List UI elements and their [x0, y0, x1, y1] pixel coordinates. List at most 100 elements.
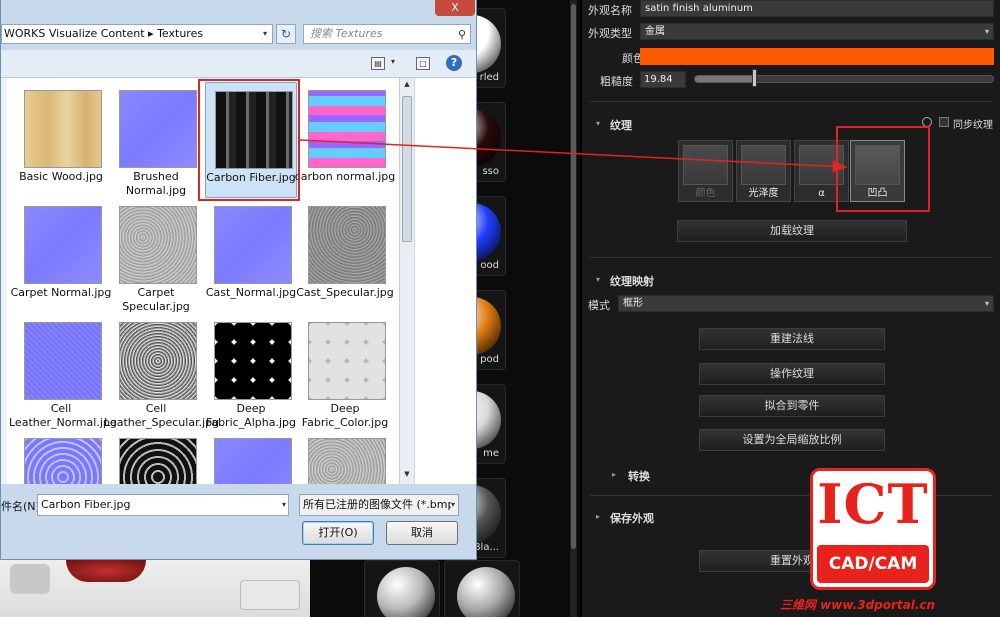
file-tile[interactable]: Cell Leather_Specular.jpg	[104, 314, 219, 430]
roughness-label: 粗糙度	[600, 75, 633, 88]
render-viewport[interactable]	[0, 560, 310, 617]
material-tile[interactable]	[364, 560, 440, 617]
texture-slot-preview	[683, 145, 728, 185]
left-edge	[1, 78, 7, 484]
material-tile[interactable]	[444, 560, 520, 617]
file-name: Basic Wood.jpg	[19, 170, 103, 183]
mode-label: 模式	[588, 299, 610, 312]
filename-value: Carbon Fiber.jpg	[41, 498, 131, 511]
file-name: Deep Fabric_Alpha.jpg	[206, 402, 296, 429]
address-bar[interactable]: WORKS Visualize Content ▸ Textures	[1, 24, 273, 44]
material-strip-scrollbar[interactable]	[570, 0, 577, 617]
scrollbar-thumb[interactable]	[571, 4, 576, 549]
appearance-type-select[interactable]: 金属 ▾	[640, 23, 994, 40]
render-object	[10, 564, 50, 594]
chevron-down-icon[interactable]: ▾	[259, 26, 271, 42]
cadcam-logo-text: CAD/CAM	[817, 545, 929, 583]
file-tile[interactable]: Deep Fabric_Alpha.jpg	[205, 314, 297, 430]
file-tile[interactable]: carbon normal.jpg	[295, 82, 395, 198]
sync-texture-checkbox[interactable]	[939, 117, 949, 127]
load-texture-button[interactable]: 加载纹理	[677, 220, 907, 242]
file-name: Deep Fabric_Color.jpg	[301, 402, 389, 429]
file-thumbnail	[119, 438, 197, 484]
file-tile[interactable]: Brushed Normal.jpg	[110, 82, 202, 198]
close-icon[interactable]: X	[435, 0, 475, 16]
roughness-input[interactable]: 19.84	[640, 71, 686, 88]
file-tile[interactable]: Basic Wood.jpg	[15, 82, 107, 198]
file-grid-scrollbar[interactable]: ▲ ▼	[399, 78, 414, 484]
file-name: Cell Leather_Specular.jpg	[104, 402, 220, 429]
render-object	[66, 560, 146, 582]
file-tile[interactable]	[110, 430, 202, 484]
file-tile[interactable]: Deep Fabric_Color.jpg	[299, 314, 391, 430]
screen: rled sso ood pod me Bla... X WORKS Visualize …	[0, 0, 1000, 617]
dialog-toolbar: ▤ ▾ □ ?	[1, 50, 476, 78]
texture-slot-label: 光泽度	[748, 188, 779, 199]
expand-icon[interactable]: ▸	[596, 512, 600, 521]
chevron-down-icon[interactable]: ▾	[985, 296, 989, 311]
expand-icon[interactable]: ▸	[612, 470, 616, 479]
annotation-box-bump-slot	[836, 126, 930, 212]
roughness-slider[interactable]	[694, 75, 994, 83]
file-tile[interactable]: Carpet Specular.jpg	[110, 198, 202, 314]
mode-select[interactable]: 框形 ▾	[618, 295, 994, 312]
mode-value: 框形	[623, 298, 643, 309]
save-appearance-section-title[interactable]: 保存外观	[610, 510, 654, 526]
file-tile[interactable]: Cell Leather_Normal.jpg	[9, 314, 117, 430]
search-placeholder: 搜索 Textures	[310, 27, 383, 40]
filename-input[interactable]: Carbon Fiber.jpg ▾	[37, 494, 289, 516]
cancel-button[interactable]: 取消	[386, 521, 458, 545]
appearance-panel: 外观名称 satin finish aluminum 外观类型 金属 ▾ 颜色 …	[582, 0, 1000, 617]
texture-mapping-section-title[interactable]: 纹理映射	[610, 273, 654, 289]
file-thumbnail	[308, 206, 386, 284]
manipulate-texture-button[interactable]: 操作纹理	[699, 363, 885, 385]
collapse-icon[interactable]: ▾	[596, 119, 600, 128]
chevron-down-icon[interactable]: ▾	[450, 495, 455, 515]
fit-to-part-button[interactable]: 拟合到零件	[699, 395, 885, 417]
scroll-up-icon[interactable]: ▲	[402, 80, 412, 90]
chevron-down-icon[interactable]: ▾	[391, 57, 395, 66]
open-button[interactable]: 打开(O)	[302, 521, 374, 545]
collapse-icon[interactable]: ▾	[596, 275, 600, 284]
file-thumbnail	[24, 438, 102, 484]
file-thumbnail	[308, 90, 386, 168]
filetype-select[interactable]: 所有已注册的图像文件 (*.bmp ▾	[299, 494, 459, 516]
slider-fill	[695, 76, 755, 82]
preview-pane-icon[interactable]: □	[416, 57, 430, 70]
file-tile[interactable]	[15, 430, 107, 484]
material-preview	[377, 567, 435, 617]
file-thumbnail	[24, 322, 102, 400]
chevron-down-icon[interactable]: ▾	[282, 495, 286, 515]
texture-slot[interactable]: 颜色	[678, 140, 733, 202]
slider-handle[interactable]	[752, 69, 757, 87]
file-thumbnail	[214, 322, 292, 400]
file-tile[interactable]	[299, 430, 391, 484]
divider	[590, 101, 992, 102]
ict-logo-text: ICT	[817, 472, 929, 536]
appearance-type-label: 外观类型	[588, 27, 632, 40]
appearance-name-input[interactable]: satin finish aluminum	[640, 0, 994, 17]
file-tile[interactable]: Cast_Normal.jpg	[205, 198, 297, 314]
refresh-icon[interactable]: ↻	[276, 24, 296, 44]
color-swatch[interactable]	[640, 48, 994, 65]
file-name: carbon normal.jpg	[294, 170, 396, 183]
search-icon[interactable]: ⚲	[458, 26, 466, 44]
set-global-scale-button[interactable]: 设置为全局缩放比例	[699, 429, 885, 451]
ict-logo: ICT CAD/CAM	[810, 468, 936, 590]
rebuild-normals-button[interactable]: 重建法线	[699, 328, 885, 350]
texture-slot-label: 颜色	[695, 188, 716, 199]
help-icon[interactable]: ?	[446, 55, 462, 71]
search-input[interactable]: 搜索 Textures ⚲	[303, 24, 471, 44]
chevron-down-icon[interactable]: ▾	[985, 24, 989, 39]
file-tile[interactable]: Cast_Specular.jpg	[296, 198, 394, 314]
texture-section-title[interactable]: 纹理	[610, 117, 632, 133]
scroll-down-icon[interactable]: ▼	[402, 470, 412, 480]
scrollbar-thumb[interactable]	[402, 96, 412, 242]
file-tile[interactable]	[205, 430, 297, 484]
file-tile[interactable]: Carpet Normal.jpg	[11, 198, 111, 314]
file-thumbnail	[308, 438, 386, 484]
file-name: Carpet Specular.jpg	[122, 286, 190, 313]
view-icon[interactable]: ▤	[371, 57, 385, 70]
texture-slot[interactable]: 光泽度	[736, 140, 791, 202]
transform-section-title[interactable]: 转换	[628, 468, 650, 484]
